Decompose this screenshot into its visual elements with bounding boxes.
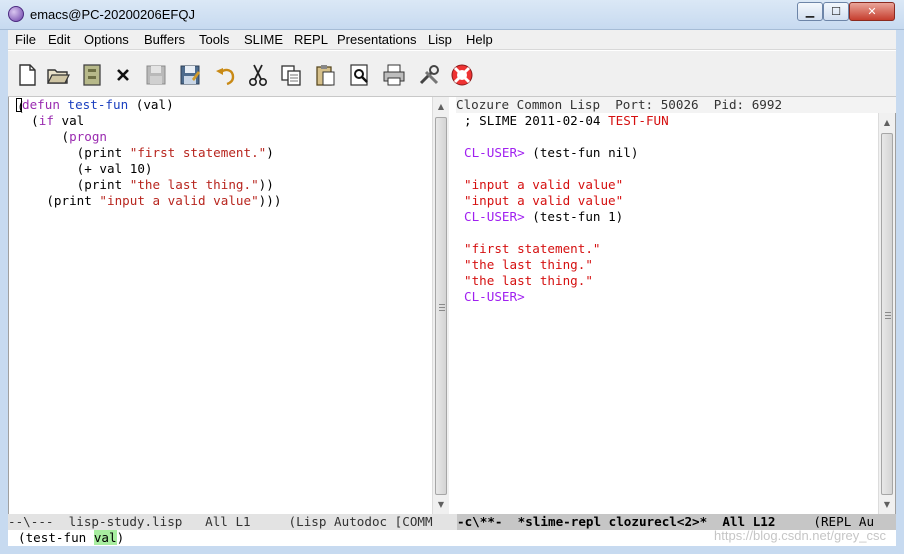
save-icon[interactable]	[144, 63, 168, 87]
menu-help[interactable]: Help	[466, 32, 493, 47]
menu-options[interactable]: Options	[84, 32, 129, 47]
menu-lisp[interactable]: Lisp	[428, 32, 452, 47]
repl-buffer[interactable]: ; SLIME 2011-02-04 TEST-FUN CL-USER> (te…	[457, 113, 877, 514]
dired-icon[interactable]	[80, 63, 104, 87]
new-file-icon[interactable]	[15, 63, 39, 87]
window-border-right	[896, 30, 904, 546]
scroll-up-arrow[interactable]: ▲	[879, 115, 895, 131]
menu-file[interactable]: File	[15, 32, 36, 47]
paste-icon[interactable]	[313, 63, 337, 87]
source-line: (defun test-fun (val)	[16, 97, 174, 114]
window-border-left	[0, 30, 8, 546]
repl-line	[464, 129, 877, 145]
source-line: (+ val 10)	[76, 161, 153, 176]
scroll-thumb[interactable]	[881, 133, 893, 495]
open-folder-icon[interactable]	[46, 63, 70, 87]
help-icon[interactable]	[450, 63, 474, 87]
close-button[interactable]: ✕	[849, 2, 895, 21]
repl-line	[464, 161, 877, 177]
print-icon[interactable]	[382, 63, 406, 87]
undo-icon[interactable]	[213, 63, 237, 87]
save-as-icon[interactable]	[178, 63, 202, 87]
preferences-icon[interactable]	[417, 63, 441, 87]
autodoc-highlighted-arg: val	[93, 530, 117, 545]
source-line: (if val	[31, 113, 85, 128]
mode-line-repl-mode: (REPL Au	[775, 514, 875, 529]
search-icon[interactable]	[348, 63, 372, 87]
repl-line: "first statement."	[464, 241, 601, 256]
menu-edit[interactable]: Edit	[48, 32, 70, 47]
scroll-down-arrow[interactable]: ▼	[879, 497, 895, 513]
mode-line-repl-status: -c\**- *slime-repl clozurecl<2>* All L12	[457, 514, 776, 529]
repl-scrollbar[interactable]: ▲ ▼	[878, 113, 895, 514]
repl-line: CL-USER> (test-fun 1)	[464, 209, 624, 224]
tool-bar	[8, 51, 896, 97]
source-line: (progn	[61, 129, 108, 144]
cut-icon[interactable]	[246, 63, 270, 87]
repl-line: CL-USER>	[464, 289, 533, 304]
window-title: emacs@PC-20200206EFQJ	[30, 7, 195, 22]
menu-tools[interactable]: Tools	[199, 32, 229, 47]
repl-line: CL-USER> (test-fun nil)	[464, 145, 639, 160]
close-buffer-icon[interactable]	[111, 63, 135, 87]
repl-line	[464, 225, 877, 241]
autodoc-text: (test-fun	[18, 530, 94, 545]
menu-presentations[interactable]: Presentations	[337, 32, 417, 47]
title-bar: emacs@PC-20200206EFQJ ▁ ☐ ✕	[0, 0, 904, 30]
repl-line: "the last thing."	[464, 257, 593, 272]
watermark: https://blog.csdn.net/grey_csc	[714, 528, 886, 543]
source-line: (print "the last thing."))	[76, 177, 274, 192]
source-line: (print "input a valid value")))	[46, 193, 282, 208]
menu-repl[interactable]: REPL	[294, 32, 328, 47]
maximize-button[interactable]: ☐	[823, 2, 849, 21]
repl-line: "the last thing."	[464, 273, 593, 288]
repl-line: "input a valid value"	[464, 177, 624, 192]
repl-line: "input a valid value"	[464, 193, 624, 208]
menu-slime[interactable]: SLIME	[244, 32, 283, 47]
copy-icon[interactable]	[279, 63, 303, 87]
scroll-thumb[interactable]	[435, 117, 447, 495]
menu-bar: File Edit Options Buffers Tools SLIME RE…	[8, 30, 896, 50]
repl-header-line: Clozure Common Lisp Port: 50026 Pid: 699…	[456, 97, 896, 113]
mode-line-source[interactable]: --\--- lisp-study.lisp All L1 (Lisp Auto…	[8, 514, 457, 530]
source-line: (print "first statement.")	[76, 145, 274, 160]
emacs-app-icon	[8, 6, 24, 22]
window-border-bottom	[0, 546, 904, 554]
source-buffer[interactable]: (defun test-fun (val) (if val (progn (pr…	[9, 97, 433, 514]
scroll-down-arrow[interactable]: ▼	[433, 497, 449, 513]
scroll-up-arrow[interactable]: ▲	[433, 99, 449, 115]
autodoc-text-end: )	[116, 530, 125, 545]
minimize-button[interactable]: ▁	[797, 2, 823, 21]
menu-buffers[interactable]: Buffers	[144, 32, 185, 47]
left-scrollbar[interactable]: ▲ ▼	[432, 97, 449, 514]
repl-line: ; SLIME 2011-02-04 TEST-FUN	[464, 113, 669, 128]
